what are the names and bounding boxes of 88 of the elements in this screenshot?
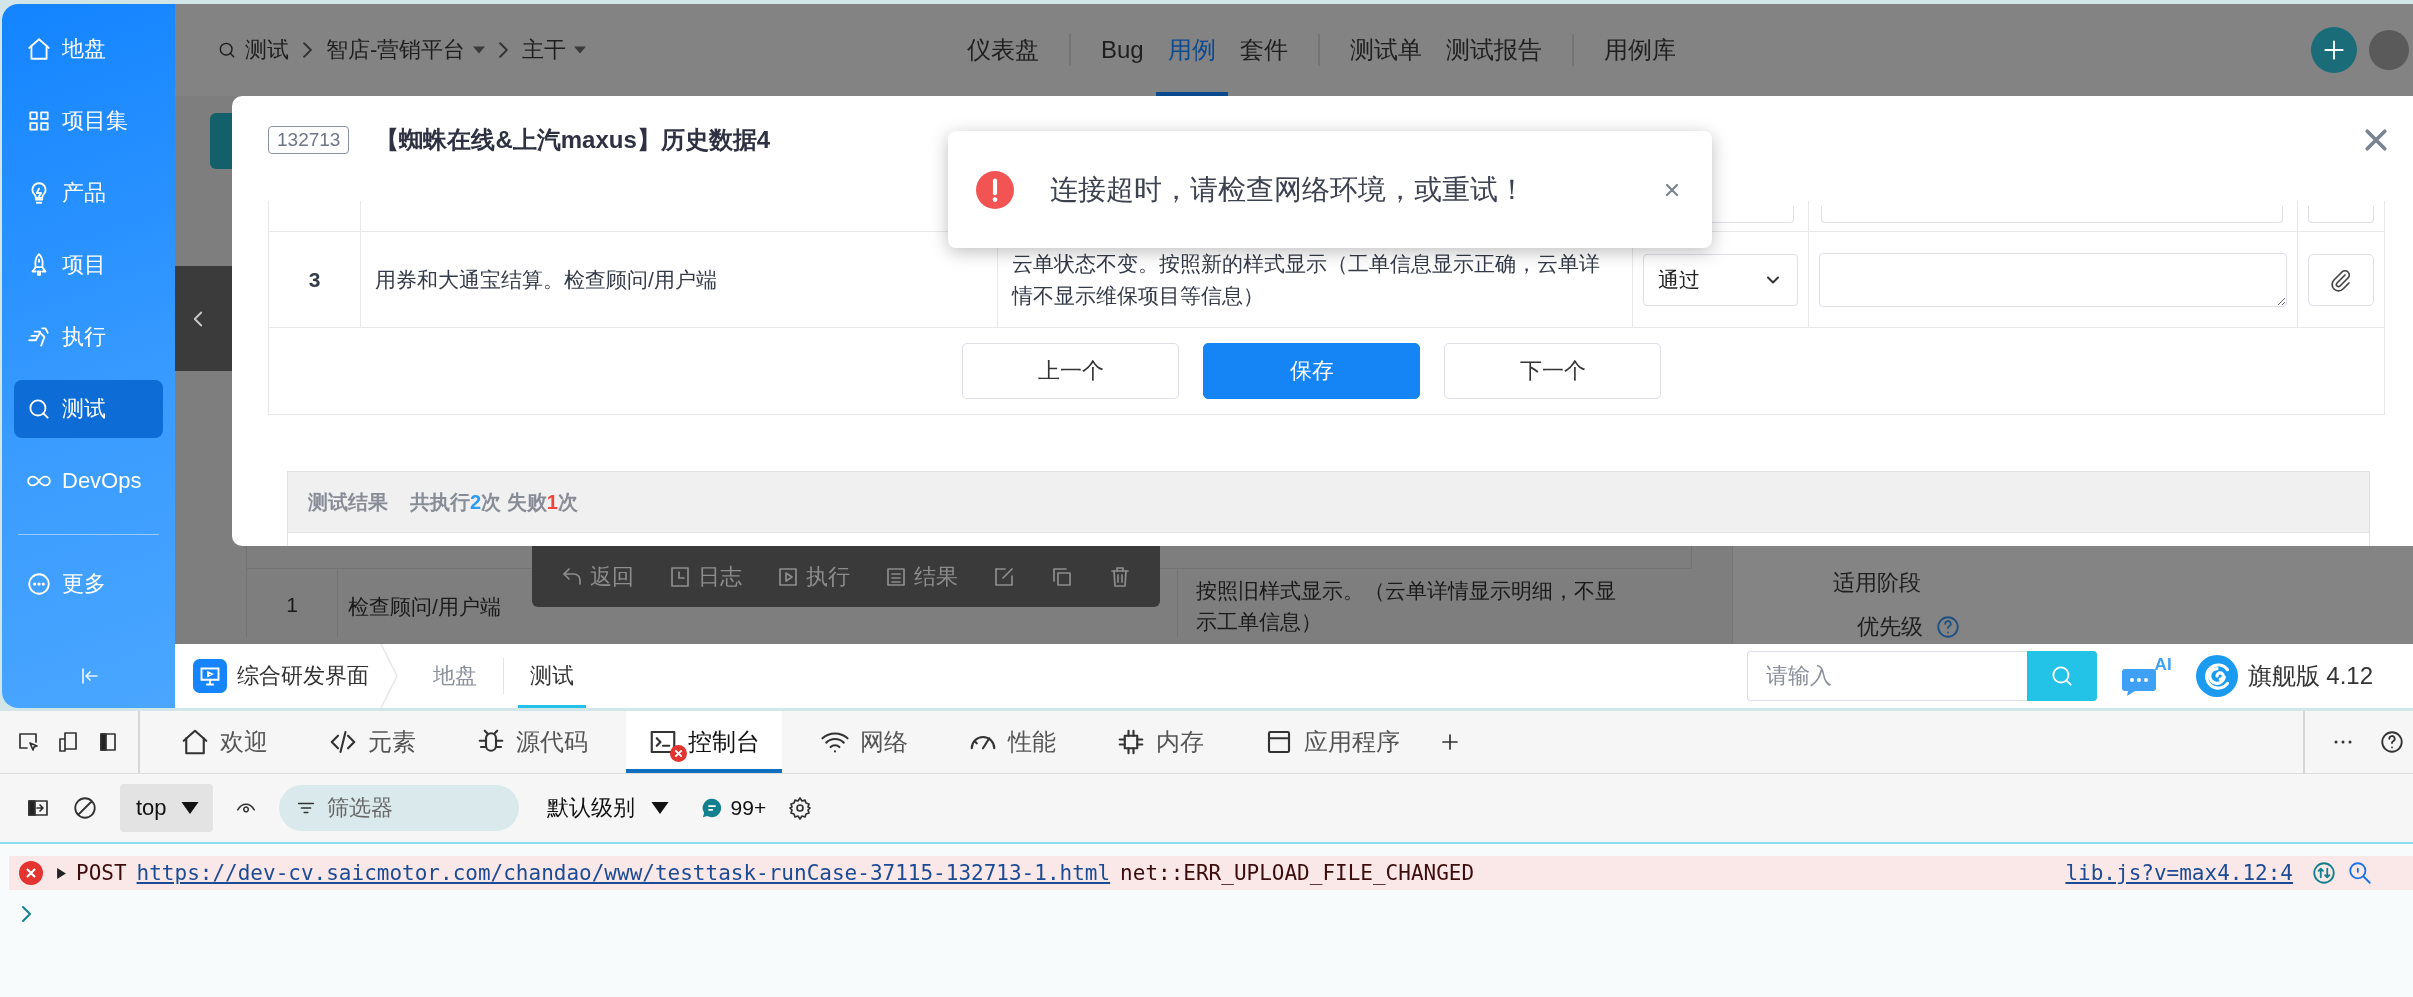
breadcrumb-item[interactable]: 测试	[217, 35, 289, 65]
grid-icon	[26, 108, 52, 134]
home-icon	[26, 36, 52, 62]
result-select[interactable]: 通过	[1643, 253, 1798, 306]
level-select[interactable]: 默认级别	[546, 793, 669, 823]
sidebar-item[interactable]: 项目	[14, 236, 163, 294]
home-icon	[180, 727, 210, 757]
toast-message: 连接超时，请检查网络环境，或重试！	[1050, 172, 1526, 207]
devtools-tab[interactable]: 控制台	[626, 711, 782, 773]
nav-tab[interactable]: 用例库	[1591, 4, 1688, 96]
error-icon	[976, 170, 1014, 209]
table-cell: 3	[269, 232, 361, 327]
breadcrumb-item[interactable]: 主干	[522, 35, 587, 65]
separator-chevron-icon	[379, 644, 399, 708]
field-label: 优先级	[1857, 613, 1923, 641]
messages-button[interactable]: 99+	[700, 796, 767, 820]
dialog-button[interactable]: 保存	[1203, 343, 1420, 399]
error-icon	[19, 861, 43, 885]
sidebar-item[interactable]: DevOps	[14, 452, 163, 510]
attach-button[interactable]	[2308, 253, 2374, 306]
search-icon	[217, 40, 237, 60]
device-icon[interactable]	[56, 730, 80, 754]
nav-tab[interactable]: Bug	[1089, 4, 1156, 96]
bottom-tab[interactable]: 测试	[518, 644, 586, 708]
search-icon[interactable]	[2347, 860, 2373, 886]
note-field[interactable]	[1821, 206, 2283, 223]
breadcrumb-item[interactable]: 智店-营销平台	[326, 35, 486, 65]
devtools-tab[interactable]: 网络	[798, 711, 930, 773]
request-url-link[interactable]: https://dev-cv.saicmotor.com/chandao/www/testtask-runCase-37115-132713-1.html	[136, 861, 1111, 885]
sidebar-item[interactable]: 地盘	[14, 20, 163, 78]
help-icon[interactable]	[2379, 729, 2405, 755]
section-title: 测试结果	[308, 489, 388, 515]
devtools-tab[interactable]: 性能	[946, 711, 1078, 773]
edition-label: 旗舰版 4.12	[2247, 661, 2373, 691]
nav-tab[interactable]: 测试单	[1337, 4, 1434, 96]
inspect-icon[interactable]	[16, 730, 40, 754]
error-message: net::ERR_UPLOAD_FILE_CHANGED	[1120, 861, 1475, 885]
search-field[interactable]: 请输入	[1746, 651, 2027, 701]
field-label: 适用阶段	[1833, 569, 1921, 597]
bottom-tab[interactable]: 地盘	[421, 644, 489, 708]
logo-icon	[2195, 655, 2238, 697]
case-id: 132713	[268, 126, 350, 154]
dialog-button[interactable]: 上一个	[962, 343, 1179, 399]
request-method: POST	[76, 861, 127, 885]
add-button[interactable]	[2311, 27, 2357, 73]
table-cell-text: 按照旧样式显示。（云单详情显示明细，不显示工单信息）	[1195, 578, 1617, 635]
more-icon	[26, 571, 52, 597]
chevron-right-icon	[303, 42, 312, 58]
note-field[interactable]	[1819, 252, 2287, 307]
devtools-tab[interactable]: 源代码	[454, 711, 610, 773]
run-summary: 共执行2次 失败1次	[410, 489, 578, 515]
caret-icon	[650, 802, 669, 814]
clear-icon[interactable]	[72, 795, 98, 821]
dialog-title: 【蜘蛛在线&上汽maxus】历史数据4	[375, 125, 771, 155]
filter-field[interactable]: 筛选器	[278, 785, 519, 831]
chip-icon	[1116, 727, 1146, 757]
table-cell: 1	[247, 569, 338, 637]
nav-tab[interactable]: 仪表盘	[955, 4, 1051, 96]
settings-icon[interactable]	[788, 796, 813, 820]
button-background	[210, 113, 232, 169]
devtools-tab[interactable]: 应用程序	[1242, 711, 1422, 773]
devtools-tab[interactable]: 内存	[1094, 711, 1226, 773]
network-request-icon[interactable]	[2311, 860, 2337, 886]
caret-icon	[180, 802, 199, 814]
dialog-button[interactable]: 下一个	[1444, 343, 1661, 399]
motion-icon	[26, 324, 52, 350]
sidebar-item[interactable]: 更多	[14, 555, 163, 613]
search-button[interactable]	[2026, 651, 2097, 701]
devtools-tab[interactable]: 欢迎	[158, 711, 290, 773]
sidebar-item[interactable]: 执行	[14, 308, 163, 366]
nav-tab[interactable]: 测试报告	[1433, 4, 1554, 96]
ai-chat-button[interactable]: AI	[2120, 655, 2172, 697]
trash-icon	[1108, 564, 1132, 589]
app-name: 综合研发界面	[237, 662, 369, 690]
message-icon	[700, 797, 723, 819]
context-select[interactable]: top	[120, 784, 213, 832]
nav-tab[interactable]: 套件	[1227, 4, 1300, 96]
source-link[interactable]: lib.js?v=max4.12:4	[2065, 861, 2293, 885]
chevron-right-icon	[499, 42, 509, 58]
devtools-tab[interactable]: 元素	[306, 711, 438, 773]
search-icon	[26, 396, 52, 422]
expand-triangle-icon[interactable]	[57, 867, 66, 879]
sidebar-item[interactable]: 测试	[14, 380, 163, 438]
paperclip-icon	[2329, 267, 2353, 292]
clock-icon	[668, 564, 692, 589]
monitor-icon	[193, 659, 227, 693]
sidebar-item[interactable]: 产品	[14, 164, 163, 222]
sidebar-item[interactable]: 项目集	[14, 92, 163, 150]
